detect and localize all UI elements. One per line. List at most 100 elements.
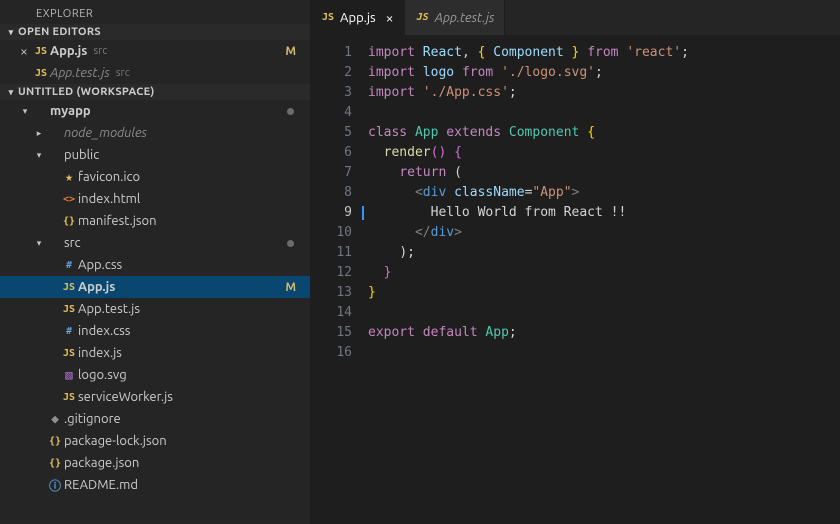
line-number: 7 (310, 163, 352, 183)
file-row[interactable]: JSserviceWorker.js (0, 386, 310, 408)
file-type-icon: JS (63, 304, 75, 315)
tree-item-label: serviceWorker.js (78, 390, 173, 404)
file-row[interactable]: #App.css (0, 254, 310, 276)
file-type-icon: ★ (65, 170, 73, 185)
code-line[interactable] (368, 103, 689, 123)
line-number: 13 (310, 283, 352, 303)
chevron-down-icon: ▾ (4, 27, 18, 38)
code-line[interactable]: import './App.css'; (368, 83, 689, 103)
file-row[interactable]: JSApp.test.js (0, 298, 310, 320)
line-number: 11 (310, 243, 352, 263)
open-editor-hint: src (93, 45, 107, 57)
cursor-line-indicator (362, 206, 364, 220)
open-editors-list: ×JSApp.js src M JSApp.test.jssrc (0, 40, 310, 84)
close-icon[interactable]: × (386, 10, 394, 26)
line-number: 12 (310, 263, 352, 283)
code-area[interactable]: 12345678910111213141516 import React, { … (310, 35, 840, 524)
file-type-icon: ▧ (65, 368, 72, 382)
open-editor-label: App.js (50, 44, 87, 58)
file-type-icon: JS (63, 392, 75, 403)
folder-row[interactable]: ▸node_modules (0, 122, 310, 144)
modified-badge: M (285, 281, 296, 294)
chevron-down-icon: ▾ (4, 87, 18, 98)
code-line[interactable]: class App extends Component { (368, 123, 689, 143)
open-editor-label: App.test.js (50, 66, 110, 80)
file-row[interactable]: <>index.html (0, 188, 310, 210)
workspace-label: UNTITLED (WORKSPACE) (18, 86, 155, 98)
line-number: 8 (310, 183, 352, 203)
code-content[interactable]: import React, { Component } from 'react'… (368, 35, 689, 524)
file-type-icon: ⓘ (49, 477, 61, 494)
code-line[interactable]: import React, { Component } from 'react'… (368, 43, 689, 63)
tree-item-label: package-lock.json (64, 434, 167, 448)
chevron-down-icon: ▾ (32, 238, 46, 249)
tree-item-label: App.test.js (78, 302, 140, 316)
file-type-icon: {} (63, 216, 75, 227)
modified-badge: M (285, 45, 296, 58)
file-type-icon: JS (35, 68, 47, 79)
workspace-header[interactable]: ▾ UNTITLED (WORKSPACE) (0, 84, 310, 100)
tree-item-label: App.js (78, 280, 115, 294)
chevron-down-icon: ▾ (18, 106, 32, 117)
editor-tab[interactable]: JSApp.test.js (405, 0, 506, 35)
tree-item-label: .gitignore (64, 412, 121, 426)
open-editors-header[interactable]: ▾ OPEN EDITORS (0, 24, 310, 40)
chevron-right-icon: ▸ (32, 128, 46, 139)
file-tree: ▾myapp▸node_modules▾public★favicon.ico<>… (0, 100, 310, 496)
chevron-down-icon: ▾ (32, 150, 46, 161)
open-editors-label: OPEN EDITORS (18, 26, 101, 38)
line-number: 16 (310, 343, 352, 363)
code-line[interactable]: render() { (368, 143, 689, 163)
file-row[interactable]: {}manifest.json (0, 210, 310, 232)
tree-item-label: myapp (50, 104, 91, 118)
file-row[interactable]: {}package.json (0, 452, 310, 474)
code-line[interactable] (368, 343, 689, 363)
code-line[interactable]: import logo from './logo.svg'; (368, 63, 689, 83)
file-type-icon: <> (63, 194, 75, 205)
folder-row[interactable]: ▾ myapp (0, 100, 310, 122)
code-line[interactable]: } (368, 263, 689, 283)
code-line[interactable]: } (368, 283, 689, 303)
file-row[interactable]: ▧ logo.svg (0, 364, 310, 386)
file-type-icon: JS (63, 348, 75, 359)
tree-item-label: logo.svg (78, 368, 127, 382)
folder-row[interactable]: ▾src (0, 232, 310, 254)
editor-pane: JSApp.js×JSApp.test.js 12345678910111213… (310, 0, 840, 524)
file-row[interactable]: ◆.gitignore (0, 408, 310, 430)
tree-item-label: index.html (78, 192, 140, 206)
line-number: 14 (310, 303, 352, 323)
code-line[interactable]: return ( (368, 163, 689, 183)
file-row[interactable]: #index.css (0, 320, 310, 342)
open-editor-item[interactable]: ×JSApp.js src M (0, 40, 310, 62)
close-icon[interactable]: × (16, 43, 32, 59)
code-line[interactable]: <div className="App"> (368, 183, 689, 203)
code-line[interactable]: ); (368, 243, 689, 263)
tree-item-label: package.json (64, 456, 139, 470)
dirty-dot-icon (287, 108, 294, 115)
line-number-gutter: 12345678910111213141516 (310, 35, 368, 524)
file-type-icon: {} (49, 436, 61, 447)
folder-row[interactable]: ▾public (0, 144, 310, 166)
code-line[interactable]: export default App; (368, 323, 689, 343)
code-line[interactable] (368, 303, 689, 323)
tab-bar: JSApp.js×JSApp.test.js (310, 0, 840, 35)
code-line[interactable]: </div> (368, 223, 689, 243)
tree-item-label: index.js (78, 346, 122, 360)
line-number: 9 (310, 203, 352, 223)
code-line[interactable]: Hello World from React !! (368, 203, 689, 223)
tree-item-label: README.md (64, 478, 138, 492)
line-number: 5 (310, 123, 352, 143)
file-type-icon: # (66, 326, 72, 337)
tree-item-label: favicon.ico (78, 170, 140, 184)
file-type-icon: JS (417, 12, 429, 23)
file-row[interactable]: {}package-lock.json (0, 430, 310, 452)
file-type-icon: {} (49, 458, 61, 469)
file-row[interactable]: JSindex.js (0, 342, 310, 364)
file-row[interactable]: JSApp.jsM (0, 276, 310, 298)
file-row[interactable]: ★ favicon.ico (0, 166, 310, 188)
file-type-icon: JS (35, 46, 47, 57)
line-number: 1 (310, 43, 352, 63)
file-row[interactable]: ⓘREADME.md (0, 474, 310, 496)
open-editor-item[interactable]: JSApp.test.jssrc (0, 62, 310, 84)
editor-tab[interactable]: JSApp.js× (310, 0, 405, 35)
